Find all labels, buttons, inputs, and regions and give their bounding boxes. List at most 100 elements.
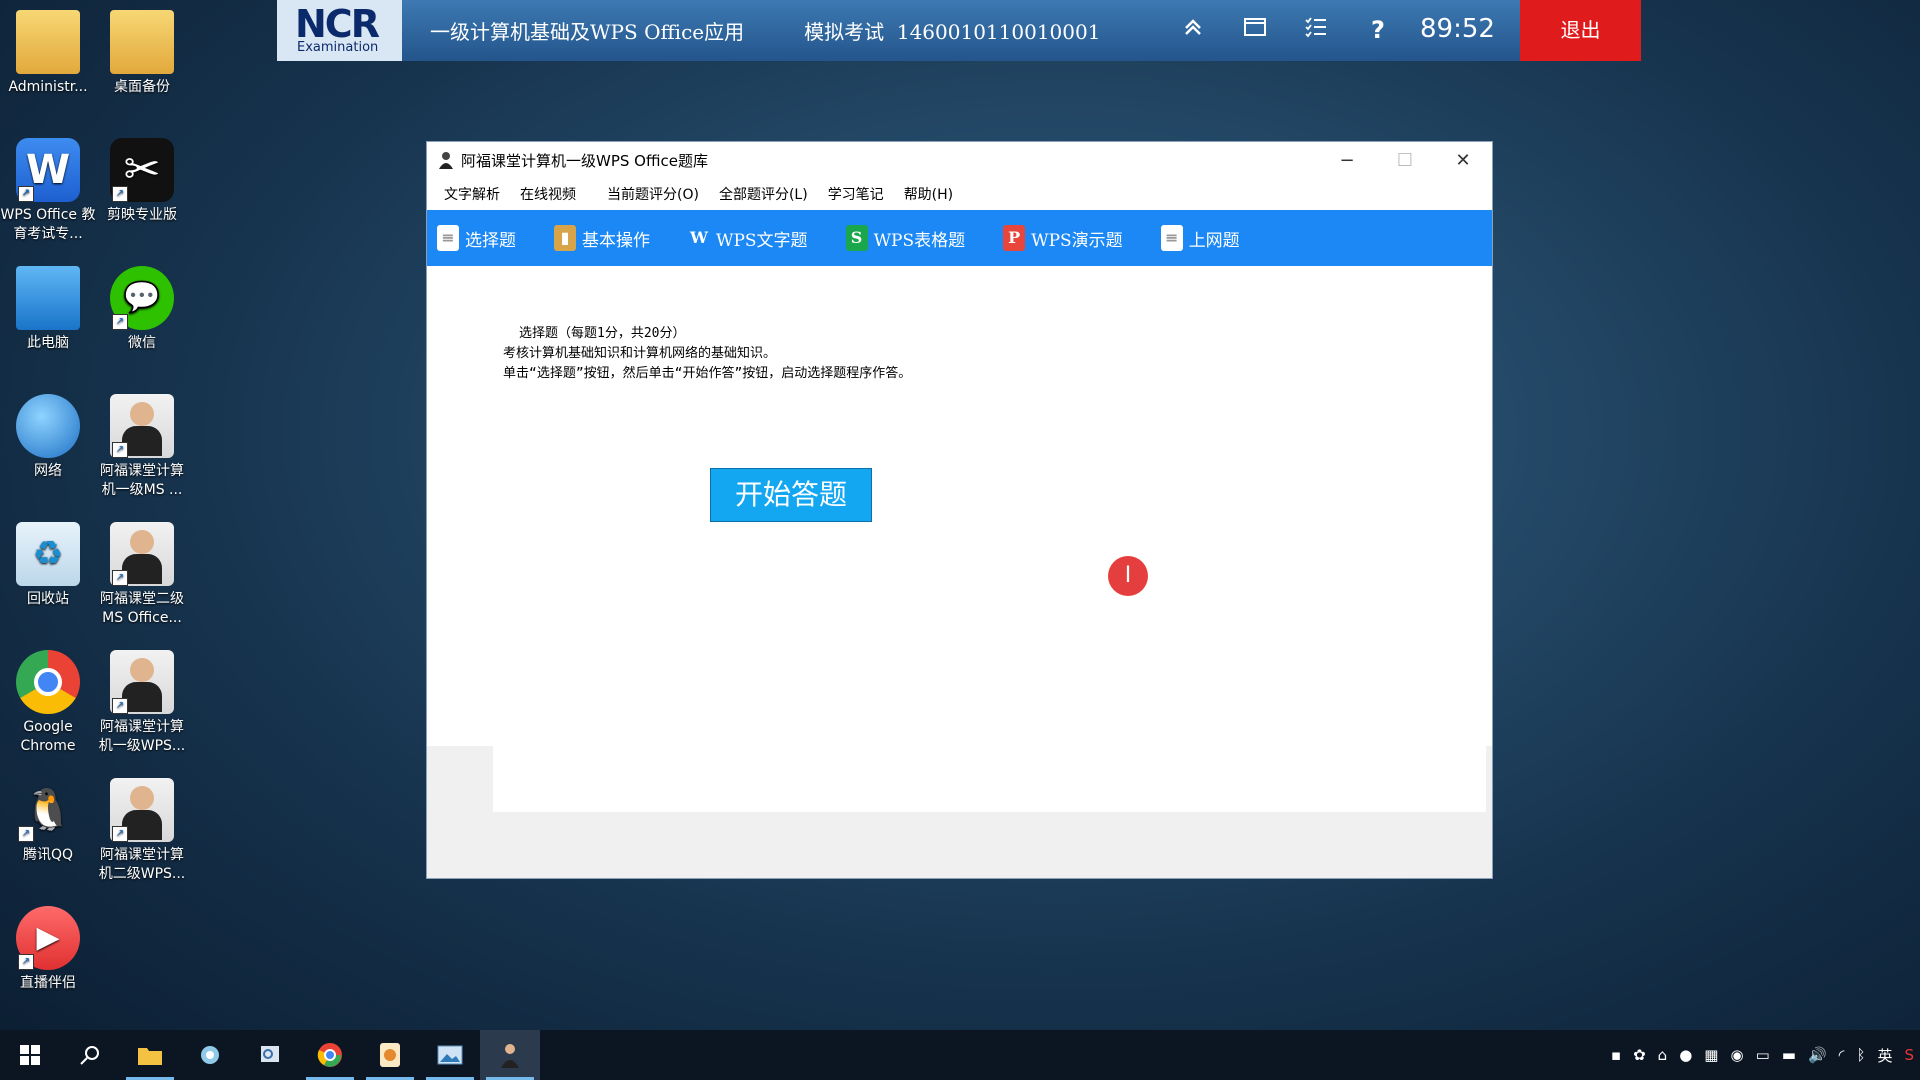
help-icon[interactable]: ? [1362, 14, 1394, 46]
desktop-icon-label: Administr... [8, 79, 88, 95]
bluetooth-icon[interactable]: ᛒ [1856, 1046, 1865, 1064]
desktop-icon-label: 回收站 [27, 591, 69, 607]
collapse-icon[interactable] [1177, 14, 1209, 46]
tray-app-icon[interactable]: ▪ [1611, 1046, 1621, 1064]
afu-app-icon: ↗ [110, 650, 174, 714]
image-viewer-icon[interactable] [420, 1030, 480, 1080]
wps-icon[interactable] [360, 1030, 420, 1080]
settings-icon[interactable] [180, 1030, 240, 1080]
maximize-button[interactable]: ☐ [1376, 150, 1434, 171]
wps-icon: W ↗ [16, 138, 80, 202]
desktop-icon-network[interactable]: 网络 [0, 394, 96, 481]
wifi-icon[interactable]: ◜ [1839, 1046, 1845, 1064]
exam-mode: 模拟考试 1460010110010001 [804, 20, 1101, 44]
menu-bar: 文字解析 在线视频 当前题评分(O) 全部题评分(L) 学习笔记 帮助(H) [427, 178, 1492, 210]
app-person-icon [437, 151, 455, 169]
window-title: 阿福课堂计算机一级WPS Office题库 [461, 151, 708, 170]
capcut-icon: ✂ ↗ [110, 138, 174, 202]
tool-wps-spreadsheet[interactable]: S WPS表格题 [845, 225, 965, 251]
search-icon[interactable] [60, 1030, 120, 1080]
desktop-icon-capcut[interactable]: ✂ ↗ 剪映专业版 [94, 138, 190, 225]
tool-internet-questions[interactable]: ≡ 上网题 [1160, 225, 1240, 251]
desktop-icon-desktop-backup[interactable]: 桌面备份 [94, 10, 190, 97]
desktop-icon-label: 微信 [128, 335, 156, 351]
wps-presentation-icon: P [1003, 225, 1026, 251]
recycle-bin-icon: ♻ [16, 522, 80, 586]
tool-basic-operations[interactable]: ▮ 基本操作 [554, 225, 650, 251]
menu-score-current[interactable]: 当前题评分(O) [607, 184, 699, 204]
tray-display-icon[interactable]: ▦ [1704, 1046, 1718, 1064]
window-titlebar[interactable]: 阿福课堂计算机一级WPS Office题库 − ☐ ✕ [427, 142, 1492, 178]
afu-app-icon: ↗ [110, 522, 174, 586]
menu-help[interactable]: 帮助(H) [904, 184, 953, 204]
notepad-icon[interactable] [240, 1030, 300, 1080]
app-window: 阿福课堂计算机一级WPS Office题库 − ☐ ✕ 文字解析 在线视频 当前… [426, 141, 1493, 879]
desktop-icon-google-chrome[interactable]: Google Chrome [0, 650, 96, 756]
menu-score-all[interactable]: 全部题评分(L) [719, 184, 808, 204]
desktop-icon-label: 直播伴侣 [20, 975, 76, 991]
start-answering-button[interactable]: 开始答题 [710, 468, 872, 522]
desktop-icon-afu-level2-wps[interactable]: ↗ 阿福课堂计算机二级WPS... [94, 778, 190, 884]
question-intro: 选择题（每题1分，共20分） 考核计算机基础知识和计算机网络的基础知识。 单击“选择… [503, 326, 912, 381]
desktop-icon-label: 桌面备份 [114, 79, 170, 95]
computer-icon [16, 266, 80, 330]
document-icon: ≡ [437, 225, 459, 251]
desktop-icon-label: Google Chrome [20, 719, 76, 754]
network-icon [16, 394, 80, 458]
tray-network-icon[interactable]: ⌂ [1658, 1046, 1668, 1064]
tray-battery-icon[interactable]: ▬ [1782, 1046, 1796, 1064]
desktop-icon-afu-level1-wps[interactable]: ↗ 阿福课堂计算机一级WPS... [94, 650, 190, 756]
desktop-icon-wps-office[interactable]: W ↗ WPS Office 教育考试专... [0, 138, 96, 244]
list-icon[interactable] [1300, 14, 1332, 46]
wps-writer-icon: W [690, 228, 708, 247]
close-button[interactable]: ✕ [1434, 150, 1492, 171]
tool-wps-writer[interactable]: W WPS文字题 [688, 225, 808, 251]
countdown-timer: 89:52 [1420, 14, 1495, 44]
desktop-icon-label: 剪映专业版 [107, 207, 177, 223]
afu-app-icon[interactable] [480, 1030, 540, 1080]
tray-security-icon[interactable]: ● [1679, 1046, 1692, 1064]
desktop-icon-label: 阿福课堂计算机二级WPS... [98, 847, 186, 882]
start-icon[interactable] [0, 1030, 60, 1080]
candidate-id: 1460010110010001 [896, 20, 1101, 44]
desktop-icon-afu-level1-ms[interactable]: ↗ 阿福课堂计算机一级MS ... [94, 394, 190, 500]
menu-text-analysis[interactable]: 文字解析 [444, 184, 500, 204]
desktop-icon-label: WPS Office 教育考试专... [0, 207, 96, 242]
desktop-icon-tencent-qq[interactable]: 🐧 ↗ 腾讯QQ [0, 778, 96, 865]
desktop-icon-recycle-bin[interactable]: ♻ 回收站 [0, 522, 96, 609]
desktop-icon-label: 此电脑 [27, 335, 69, 351]
exit-button[interactable]: 退出 [1520, 0, 1641, 61]
volume-icon[interactable]: 🔊 [1808, 1046, 1827, 1064]
menu-online-video[interactable]: 在线视频 [520, 184, 576, 204]
tray-wps-icon[interactable]: S [1904, 1046, 1914, 1064]
exam-title: 一级计算机基础及WPS Office应用 [430, 20, 745, 44]
desktop-icon-label: 阿福课堂二级MS Office... [100, 591, 184, 626]
taskbar: ▪ ✿ ⌂ ● ▦ ◉ ▭ ▬ 🔊 ◜ ᛒ 英 S [0, 1030, 1920, 1080]
desktop-icon-label: 网络 [34, 463, 62, 479]
desktop-icon-wechat[interactable]: 💬 ↗ 微信 [94, 266, 190, 353]
chrome-icon[interactable] [300, 1030, 360, 1080]
desktop-icon-live-companion[interactable]: ▶ ↗ 直播伴侣 [0, 906, 96, 993]
chrome-icon [16, 650, 80, 714]
afu-app-icon: ↗ [110, 394, 174, 458]
file-explorer-icon[interactable] [120, 1030, 180, 1080]
desktop-icon-administrator[interactable]: Administr... [0, 10, 96, 97]
tray-keyboard-icon[interactable]: ▭ [1756, 1046, 1770, 1064]
tray-flower-icon[interactable]: ✿ [1633, 1046, 1646, 1064]
desktop-icon-this-pc[interactable]: 此电脑 [0, 266, 96, 353]
tool-wps-presentation[interactable]: P WPS演示题 [1003, 225, 1123, 251]
desktop-icon-label: 腾讯QQ [22, 847, 74, 863]
question-type-toolbar: ≡ 选择题 ▮ 基本操作 W WPS文字题 S WPS表格题 P WPS演示题 … [427, 210, 1492, 266]
desktop-icon-afu-level2-ms[interactable]: ↗ 阿福课堂二级MS Office... [94, 522, 190, 628]
document-icon: ≡ [1160, 225, 1183, 251]
menu-study-notes[interactable]: 学习笔记 [828, 184, 884, 204]
mouse-cursor-indicator: I [1108, 556, 1148, 596]
ime-indicator[interactable]: 英 [1877, 1045, 1892, 1066]
tray-gpu-icon[interactable]: ◉ [1730, 1046, 1743, 1064]
minimize-button[interactable]: − [1318, 150, 1376, 171]
qq-icon: 🐧 ↗ [16, 778, 80, 842]
window-icon[interactable] [1239, 14, 1271, 46]
tool-choice-questions[interactable]: ≡ 选择题 [437, 225, 516, 251]
live-stream-icon: ▶ ↗ [16, 906, 80, 970]
exam-bar: NCR Examination 一级计算机基础及WPS Office应用 模拟考… [277, 0, 1641, 61]
